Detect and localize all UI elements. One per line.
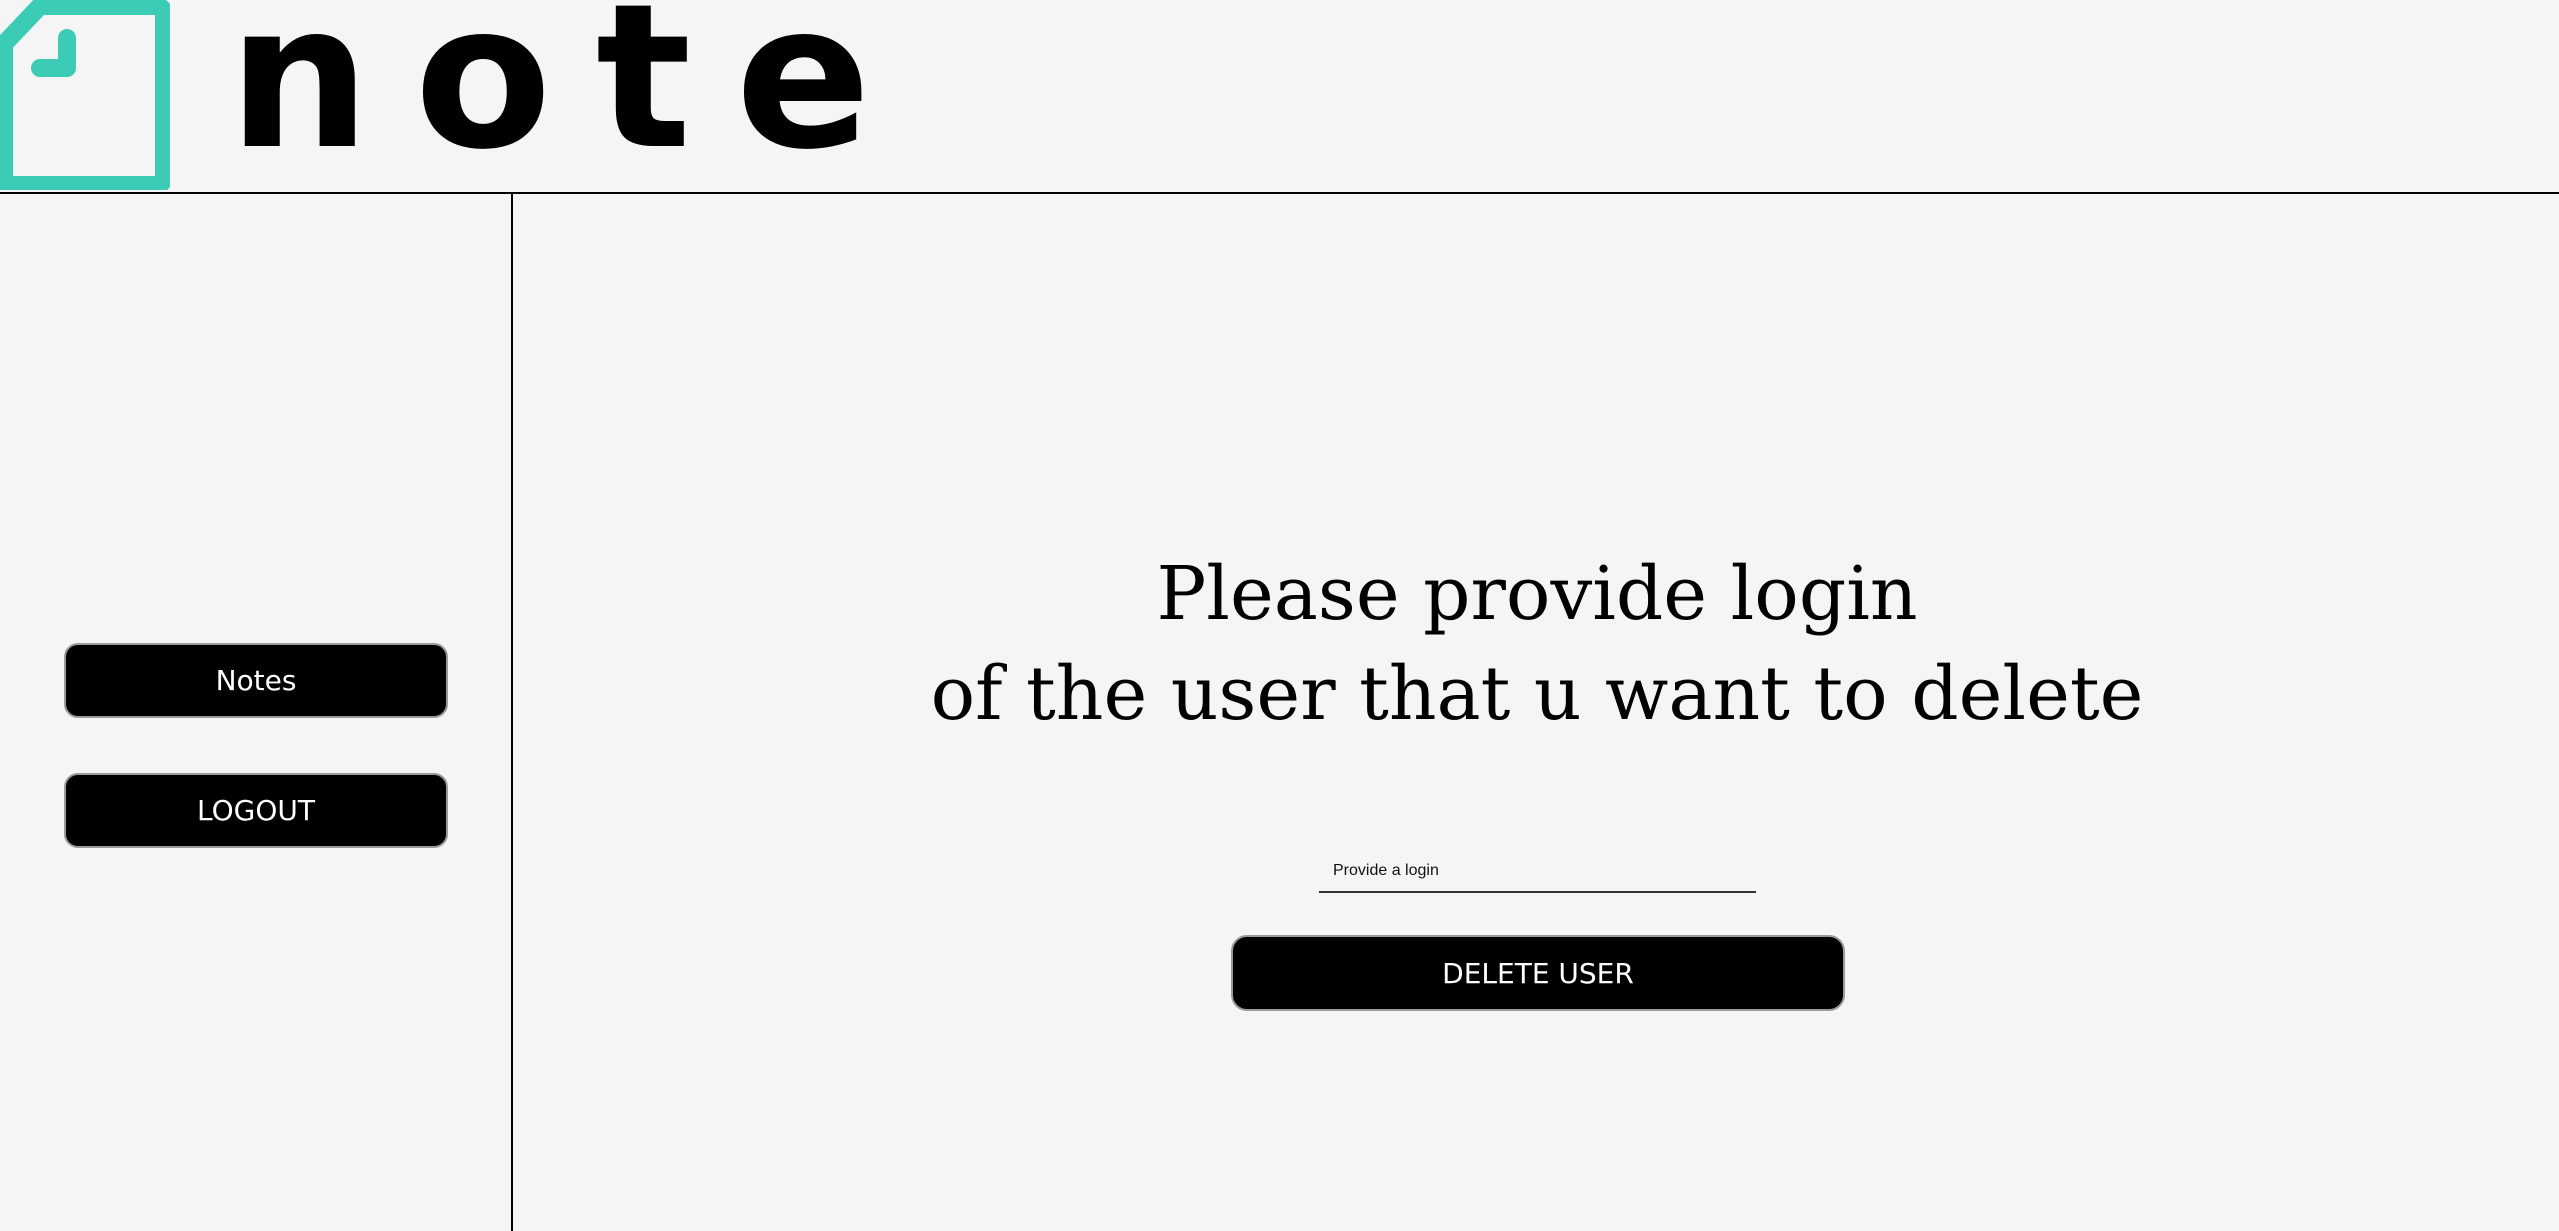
note-page-icon [0,0,170,190]
prompt-line-2: of the user that u want to delete [930,651,2144,737]
main-content: Please provide login of the user that u … [515,194,2559,1231]
brand-wordmark: note [228,0,916,194]
sidebar: Notes LOGOUT [0,194,513,1231]
logout-button[interactable]: LOGOUT [64,773,448,848]
header: note [0,0,2559,194]
logo: note [0,0,871,190]
page-title: Please provide login of the user that u … [515,544,2559,744]
prompt-line-1: Please provide login [1156,551,1918,637]
delete-user-button[interactable]: DELETE USER [1231,935,1845,1011]
login-input[interactable] [1319,851,1756,893]
notes-button[interactable]: Notes [64,643,448,718]
